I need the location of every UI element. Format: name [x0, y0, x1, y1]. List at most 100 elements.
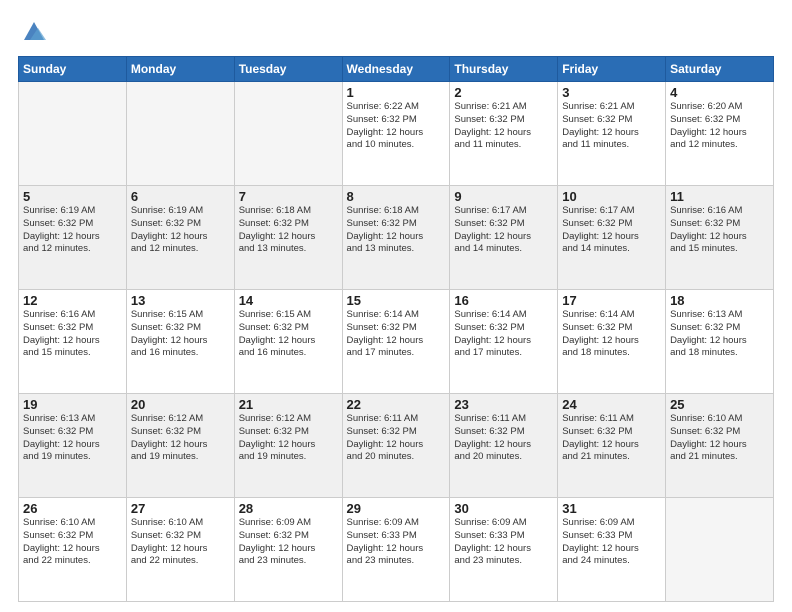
day-info: Sunrise: 6:13 AM Sunset: 6:32 PM Dayligh… — [23, 413, 122, 464]
day-number: 11 — [670, 189, 769, 204]
logo — [18, 18, 48, 46]
day-info: Sunrise: 6:19 AM Sunset: 6:32 PM Dayligh… — [131, 205, 230, 256]
calendar-cell: 8Sunrise: 6:18 AM Sunset: 6:32 PM Daylig… — [342, 186, 450, 290]
calendar-cell: 24Sunrise: 6:11 AM Sunset: 6:32 PM Dayli… — [558, 394, 666, 498]
header — [18, 18, 774, 46]
day-number: 12 — [23, 293, 122, 308]
day-number: 29 — [347, 501, 446, 516]
day-number: 9 — [454, 189, 553, 204]
day-number: 15 — [347, 293, 446, 308]
day-info: Sunrise: 6:10 AM Sunset: 6:32 PM Dayligh… — [23, 517, 122, 568]
calendar-cell: 10Sunrise: 6:17 AM Sunset: 6:32 PM Dayli… — [558, 186, 666, 290]
day-info: Sunrise: 6:13 AM Sunset: 6:32 PM Dayligh… — [670, 309, 769, 360]
calendar-week-4: 19Sunrise: 6:13 AM Sunset: 6:32 PM Dayli… — [19, 394, 774, 498]
calendar-cell: 4Sunrise: 6:20 AM Sunset: 6:32 PM Daylig… — [666, 82, 774, 186]
calendar-header-wednesday: Wednesday — [342, 57, 450, 82]
calendar-cell: 7Sunrise: 6:18 AM Sunset: 6:32 PM Daylig… — [234, 186, 342, 290]
day-info: Sunrise: 6:14 AM Sunset: 6:32 PM Dayligh… — [347, 309, 446, 360]
day-number: 31 — [562, 501, 661, 516]
calendar-header-monday: Monday — [126, 57, 234, 82]
day-info: Sunrise: 6:21 AM Sunset: 6:32 PM Dayligh… — [562, 101, 661, 152]
calendar-cell: 20Sunrise: 6:12 AM Sunset: 6:32 PM Dayli… — [126, 394, 234, 498]
day-number: 24 — [562, 397, 661, 412]
day-info: Sunrise: 6:09 AM Sunset: 6:33 PM Dayligh… — [347, 517, 446, 568]
calendar-cell: 5Sunrise: 6:19 AM Sunset: 6:32 PM Daylig… — [19, 186, 127, 290]
calendar-cell: 25Sunrise: 6:10 AM Sunset: 6:32 PM Dayli… — [666, 394, 774, 498]
calendar-week-1: 1Sunrise: 6:22 AM Sunset: 6:32 PM Daylig… — [19, 82, 774, 186]
calendar-week-2: 5Sunrise: 6:19 AM Sunset: 6:32 PM Daylig… — [19, 186, 774, 290]
calendar-cell: 21Sunrise: 6:12 AM Sunset: 6:32 PM Dayli… — [234, 394, 342, 498]
calendar-cell: 14Sunrise: 6:15 AM Sunset: 6:32 PM Dayli… — [234, 290, 342, 394]
day-number: 16 — [454, 293, 553, 308]
calendar-cell: 22Sunrise: 6:11 AM Sunset: 6:32 PM Dayli… — [342, 394, 450, 498]
calendar-week-3: 12Sunrise: 6:16 AM Sunset: 6:32 PM Dayli… — [19, 290, 774, 394]
day-number: 26 — [23, 501, 122, 516]
calendar-header-friday: Friday — [558, 57, 666, 82]
calendar-header-thursday: Thursday — [450, 57, 558, 82]
day-info: Sunrise: 6:18 AM Sunset: 6:32 PM Dayligh… — [239, 205, 338, 256]
day-number: 17 — [562, 293, 661, 308]
calendar-cell: 12Sunrise: 6:16 AM Sunset: 6:32 PM Dayli… — [19, 290, 127, 394]
day-info: Sunrise: 6:10 AM Sunset: 6:32 PM Dayligh… — [670, 413, 769, 464]
day-number: 6 — [131, 189, 230, 204]
day-info: Sunrise: 6:11 AM Sunset: 6:32 PM Dayligh… — [562, 413, 661, 464]
day-info: Sunrise: 6:11 AM Sunset: 6:32 PM Dayligh… — [454, 413, 553, 464]
day-info: Sunrise: 6:14 AM Sunset: 6:32 PM Dayligh… — [562, 309, 661, 360]
calendar: SundayMondayTuesdayWednesdayThursdayFrid… — [18, 56, 774, 602]
calendar-cell: 23Sunrise: 6:11 AM Sunset: 6:32 PM Dayli… — [450, 394, 558, 498]
day-number: 18 — [670, 293, 769, 308]
day-info: Sunrise: 6:22 AM Sunset: 6:32 PM Dayligh… — [347, 101, 446, 152]
calendar-cell: 18Sunrise: 6:13 AM Sunset: 6:32 PM Dayli… — [666, 290, 774, 394]
calendar-cell: 15Sunrise: 6:14 AM Sunset: 6:32 PM Dayli… — [342, 290, 450, 394]
day-number: 3 — [562, 85, 661, 100]
day-info: Sunrise: 6:14 AM Sunset: 6:32 PM Dayligh… — [454, 309, 553, 360]
day-number: 21 — [239, 397, 338, 412]
day-number: 4 — [670, 85, 769, 100]
day-info: Sunrise: 6:19 AM Sunset: 6:32 PM Dayligh… — [23, 205, 122, 256]
day-info: Sunrise: 6:15 AM Sunset: 6:32 PM Dayligh… — [239, 309, 338, 360]
day-info: Sunrise: 6:17 AM Sunset: 6:32 PM Dayligh… — [454, 205, 553, 256]
day-number: 25 — [670, 397, 769, 412]
day-number: 22 — [347, 397, 446, 412]
day-info: Sunrise: 6:09 AM Sunset: 6:33 PM Dayligh… — [562, 517, 661, 568]
calendar-cell — [234, 82, 342, 186]
day-info: Sunrise: 6:21 AM Sunset: 6:32 PM Dayligh… — [454, 101, 553, 152]
calendar-week-5: 26Sunrise: 6:10 AM Sunset: 6:32 PM Dayli… — [19, 498, 774, 602]
day-number: 5 — [23, 189, 122, 204]
calendar-header-tuesday: Tuesday — [234, 57, 342, 82]
calendar-cell: 11Sunrise: 6:16 AM Sunset: 6:32 PM Dayli… — [666, 186, 774, 290]
calendar-cell: 3Sunrise: 6:21 AM Sunset: 6:32 PM Daylig… — [558, 82, 666, 186]
day-number: 23 — [454, 397, 553, 412]
day-info: Sunrise: 6:12 AM Sunset: 6:32 PM Dayligh… — [239, 413, 338, 464]
calendar-cell: 26Sunrise: 6:10 AM Sunset: 6:32 PM Dayli… — [19, 498, 127, 602]
day-number: 14 — [239, 293, 338, 308]
calendar-cell: 6Sunrise: 6:19 AM Sunset: 6:32 PM Daylig… — [126, 186, 234, 290]
calendar-cell: 31Sunrise: 6:09 AM Sunset: 6:33 PM Dayli… — [558, 498, 666, 602]
day-info: Sunrise: 6:20 AM Sunset: 6:32 PM Dayligh… — [670, 101, 769, 152]
day-number: 1 — [347, 85, 446, 100]
day-info: Sunrise: 6:10 AM Sunset: 6:32 PM Dayligh… — [131, 517, 230, 568]
day-info: Sunrise: 6:18 AM Sunset: 6:32 PM Dayligh… — [347, 205, 446, 256]
day-info: Sunrise: 6:09 AM Sunset: 6:32 PM Dayligh… — [239, 517, 338, 568]
calendar-cell: 9Sunrise: 6:17 AM Sunset: 6:32 PM Daylig… — [450, 186, 558, 290]
calendar-cell: 2Sunrise: 6:21 AM Sunset: 6:32 PM Daylig… — [450, 82, 558, 186]
calendar-cell — [666, 498, 774, 602]
logo-icon — [20, 18, 48, 46]
day-number: 28 — [239, 501, 338, 516]
calendar-header-sunday: Sunday — [19, 57, 127, 82]
calendar-cell — [19, 82, 127, 186]
day-number: 19 — [23, 397, 122, 412]
day-number: 10 — [562, 189, 661, 204]
calendar-cell: 17Sunrise: 6:14 AM Sunset: 6:32 PM Dayli… — [558, 290, 666, 394]
calendar-cell: 28Sunrise: 6:09 AM Sunset: 6:32 PM Dayli… — [234, 498, 342, 602]
day-number: 7 — [239, 189, 338, 204]
day-number: 20 — [131, 397, 230, 412]
day-number: 27 — [131, 501, 230, 516]
calendar-cell: 16Sunrise: 6:14 AM Sunset: 6:32 PM Dayli… — [450, 290, 558, 394]
day-info: Sunrise: 6:15 AM Sunset: 6:32 PM Dayligh… — [131, 309, 230, 360]
day-info: Sunrise: 6:16 AM Sunset: 6:32 PM Dayligh… — [23, 309, 122, 360]
day-number: 30 — [454, 501, 553, 516]
day-number: 13 — [131, 293, 230, 308]
calendar-cell: 13Sunrise: 6:15 AM Sunset: 6:32 PM Dayli… — [126, 290, 234, 394]
day-info: Sunrise: 6:17 AM Sunset: 6:32 PM Dayligh… — [562, 205, 661, 256]
